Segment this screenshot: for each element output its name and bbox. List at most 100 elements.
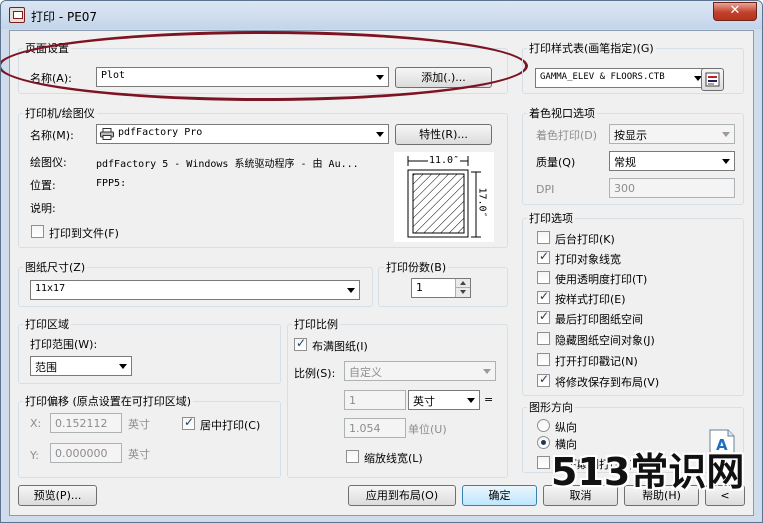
shade-plot-combo[interactable]: 按显示	[609, 124, 735, 144]
plot-style-combo[interactable]: GAMMA_ELEV & FLOORS.CTB	[535, 68, 707, 88]
portrait-radio[interactable]: 纵向	[537, 418, 617, 434]
chevron-down-icon	[467, 398, 475, 403]
option-plot-lineweights[interactable]: 打印对象线宽	[537, 249, 737, 266]
scale-label: 比例(S):	[294, 367, 336, 380]
scale-denominator-field[interactable]: 1.054	[344, 418, 406, 438]
edit-plot-style-button[interactable]	[701, 68, 724, 91]
close-icon: ✕	[729, 3, 741, 18]
center-plot-label: 居中打印(C)	[200, 419, 261, 432]
site-watermark: 513常识网	[551, 450, 745, 494]
option-background-plot[interactable]: 后台打印(K)	[537, 230, 737, 246]
offset-y-field[interactable]: 0.000000	[50, 443, 122, 463]
page-setup-name-value: Plot	[101, 70, 126, 81]
option-label: 打开打印戳记(N)	[555, 355, 638, 368]
shaded-viewport-title: 着色视口选项	[527, 105, 597, 121]
option-plot-transparency[interactable]: 使用透明度打印(T)	[537, 270, 737, 286]
chevron-down-icon	[376, 75, 384, 80]
option-hide-paperspace[interactable]: 隐藏图纸空间对象(J)	[537, 331, 737, 347]
page-setup-title: 页面设置	[23, 40, 71, 56]
dpi-label: DPI	[536, 183, 555, 196]
copies-stepper[interactable]: 1	[411, 278, 471, 298]
portrait-label: 纵向	[555, 421, 577, 434]
dpi-field[interactable]: 300	[609, 178, 735, 198]
edit-style-icon	[705, 72, 720, 87]
description-label: 说明:	[30, 202, 56, 215]
scale-unit-combo[interactable]: 英寸	[408, 390, 480, 410]
ok-button[interactable]: 确定	[462, 485, 537, 506]
option-label: 按样式打印(E)	[555, 293, 626, 306]
preview-button[interactable]: 预览(P)...	[18, 485, 97, 506]
option-label: 最后打印图纸空间	[555, 313, 643, 326]
option-plot-with-styles[interactable]: 按样式打印(E)	[537, 289, 737, 306]
radio-dot	[537, 419, 550, 432]
offset-x-unit: 英寸	[128, 418, 150, 431]
dpi-value: 300	[614, 182, 635, 195]
plot-to-file-checkbox[interactable]: 打印到文件(F)	[31, 224, 151, 240]
checkbox-box	[537, 332, 550, 345]
fit-to-paper-checkbox[interactable]: 布满图纸(I)	[294, 336, 414, 353]
print-dialog-window: 打印 - PE07 ✕ 页面设置 名称(A): Plot 添加(.)... 打印…	[0, 0, 763, 523]
title-bar[interactable]: 打印 - PE07 ✕	[1, 1, 762, 29]
plot-style-title: 打印样式表(画笔指定)(G)	[527, 40, 656, 56]
paper-size-value: 11x17	[35, 283, 66, 294]
chevron-down-icon	[483, 369, 491, 374]
offset-y-label: Y:	[30, 449, 39, 462]
scale-combo[interactable]: 自定义	[344, 361, 496, 381]
shade-plot-label: 着色打印(D)	[536, 129, 598, 142]
printer-name-combo[interactable]: pdfFactory Pro	[96, 124, 389, 144]
checkbox-box	[537, 372, 550, 387]
option-save-to-layout[interactable]: 将修改保存到布局(V)	[537, 372, 737, 389]
plot-area-what-label: 打印范围(W):	[30, 338, 98, 351]
scale-unit-value: 英寸	[413, 395, 435, 408]
scale-denominator-value: 1.054	[349, 422, 381, 435]
option-label: 使用透明度打印(T)	[555, 273, 648, 286]
location-value: FPP5:	[96, 178, 127, 189]
page-setup-name-label: 名称(A):	[30, 72, 72, 85]
copies-value: 1	[416, 281, 423, 294]
printer-title: 打印机/绘图仪	[23, 105, 97, 121]
center-plot-box	[182, 415, 195, 430]
offset-x-value: 0.152112	[55, 417, 108, 430]
chevron-down-icon	[119, 364, 127, 369]
apply-to-layout-button[interactable]: 应用到布局(O)	[348, 485, 456, 506]
scale-lineweights-label: 缩放线宽(L)	[364, 452, 423, 465]
scale-lineweights-checkbox[interactable]: 缩放线宽(L)	[346, 449, 446, 465]
offset-x-field[interactable]: 0.152112	[50, 413, 122, 433]
scale-value: 自定义	[349, 366, 382, 379]
plot-area-what-combo[interactable]: 范围	[30, 356, 132, 376]
scale-equals: =	[484, 393, 494, 406]
add-page-setup-button[interactable]: 添加(.)...	[395, 67, 492, 88]
window-title: 打印 - PE07	[31, 10, 98, 24]
plot-area-what-value: 范围	[35, 361, 57, 374]
option-paperspace-last[interactable]: 最后打印图纸空间	[537, 309, 737, 326]
center-plot-checkbox[interactable]: 居中打印(C)	[182, 415, 277, 432]
offset-y-unit: 英寸	[128, 448, 150, 461]
printer-properties-button[interactable]: 特性(R)...	[395, 124, 492, 145]
close-button[interactable]: ✕	[713, 2, 757, 21]
printer-name-label: 名称(M):	[30, 129, 74, 142]
option-label: 后台打印(K)	[555, 233, 615, 246]
stepper-down-icon[interactable]	[455, 288, 470, 297]
stepper-up-icon[interactable]	[455, 279, 470, 288]
fit-to-paper-box	[294, 336, 307, 351]
quality-combo[interactable]: 常规	[609, 151, 735, 171]
scale-numerator-field[interactable]: 1	[344, 390, 406, 410]
checkbox-box	[537, 231, 550, 244]
plot-to-file-label: 打印到文件(F)	[49, 227, 119, 240]
plot-offset-title: 打印偏移 (原点设置在可打印区域)	[23, 393, 194, 409]
app-icon	[9, 7, 25, 23]
shade-plot-value: 按显示	[614, 129, 647, 142]
quality-value: 常规	[614, 156, 636, 169]
page-setup-name-combo[interactable]: Plot	[96, 67, 389, 87]
checkbox-box	[537, 456, 550, 469]
checkbox-box	[537, 309, 550, 324]
offset-y-value: 0.000000	[55, 447, 108, 460]
offset-x-label: X:	[30, 417, 42, 430]
scale-numerator-value: 1	[349, 394, 356, 407]
printer-icon	[100, 128, 114, 140]
paper-size-combo[interactable]: 11x17	[30, 280, 360, 300]
radio-dot	[537, 436, 550, 449]
option-plot-stamp[interactable]: 打开打印戳记(N)	[537, 352, 737, 368]
scale-lineweights-box	[346, 450, 359, 463]
preview-width-label: 11.0″	[428, 155, 461, 166]
